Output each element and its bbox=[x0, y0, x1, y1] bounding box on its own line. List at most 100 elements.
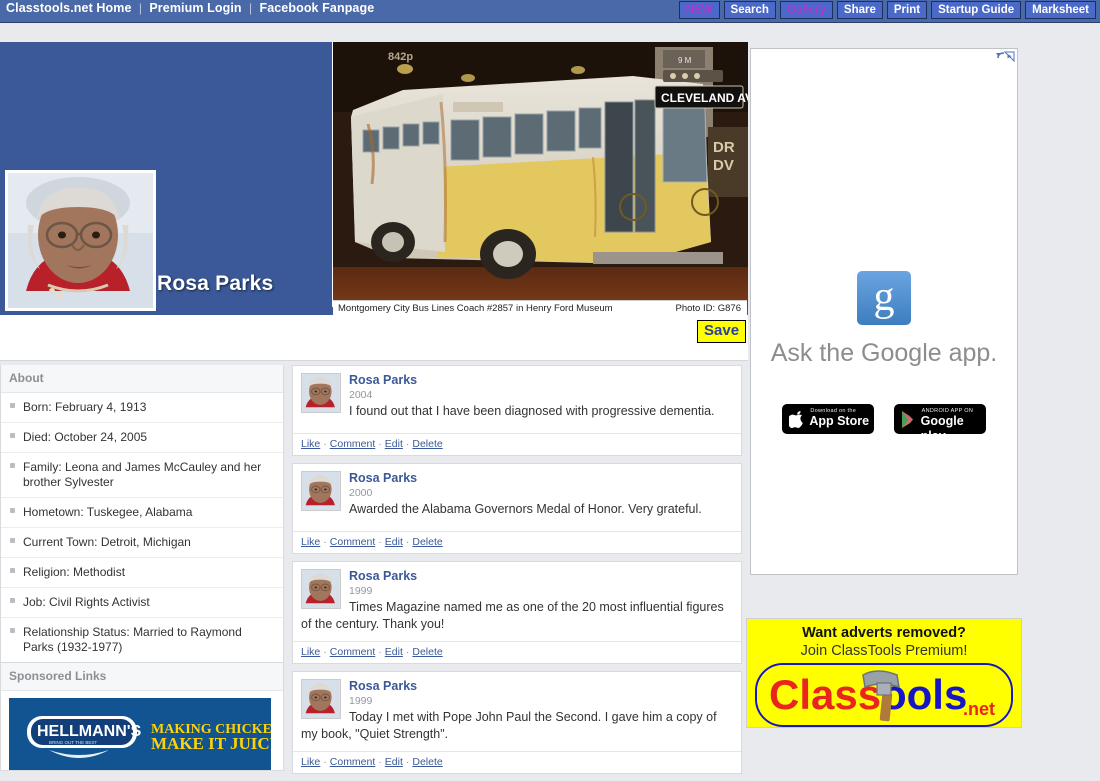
about-panel: About Born: February 4, 1913 Died: Octob… bbox=[0, 365, 284, 663]
post-date: 2000 bbox=[349, 487, 373, 499]
post-like-link[interactable]: Like bbox=[301, 438, 320, 450]
post-edit-link[interactable]: Edit bbox=[385, 756, 403, 768]
post-body: Rosa Parks 1999 Times Magazine named me … bbox=[293, 562, 741, 641]
hellmanns-ad[interactable]: HELLMANN'S BRING OUT THE BEST MAKING CHI… bbox=[9, 698, 271, 770]
post-text: I found out that I have been diagnosed w… bbox=[349, 404, 715, 418]
post-delete-link[interactable]: Delete bbox=[412, 756, 442, 768]
post-delete-link[interactable]: Delete bbox=[412, 646, 442, 658]
nav-button-print[interactable]: Print bbox=[886, 1, 928, 19]
hellmanns-brand-text: HELLMANN'S bbox=[37, 723, 142, 740]
post-text: Awarded the Alabama Governors Medal of H… bbox=[349, 502, 702, 516]
post-edit-link[interactable]: Edit bbox=[385, 646, 403, 658]
bullet-icon bbox=[10, 568, 15, 573]
page-title: Rosa Parks bbox=[157, 272, 274, 295]
action-separator: · bbox=[378, 438, 382, 450]
cover-photo-caption: Montgomery City Bus Lines Coach #2857 in… bbox=[333, 300, 747, 316]
google-play-icon bbox=[901, 410, 917, 432]
svg-text:842p: 842p bbox=[388, 51, 413, 63]
logo-text-net: .net bbox=[963, 699, 995, 719]
post-delete-link[interactable]: Delete bbox=[412, 438, 442, 450]
left-sidebar: About Born: February 4, 1913 Died: Octob… bbox=[0, 365, 284, 771]
post-edit-link[interactable]: Edit bbox=[385, 536, 403, 548]
post-date: 1999 bbox=[349, 585, 373, 597]
post-body: Rosa Parks 2000 Awarded the Alabama Gove… bbox=[293, 464, 741, 531]
post-author-link[interactable]: Rosa Parks bbox=[301, 373, 733, 387]
bullet-icon bbox=[10, 508, 15, 513]
link-classtools-home[interactable]: Classtools.net Home bbox=[6, 1, 132, 15]
nav-button-new[interactable]: NEW bbox=[678, 1, 720, 19]
post-body: Rosa Parks 1999 Today I met with Pope Jo… bbox=[293, 672, 741, 751]
svg-text:DR: DR bbox=[713, 139, 735, 156]
premium-ad-line1: Want adverts removed? bbox=[802, 625, 966, 641]
avatar[interactable] bbox=[301, 373, 341, 413]
about-list: Born: February 4, 1913 Died: October 24,… bbox=[1, 393, 283, 662]
photo-id-label: Photo ID: G876 bbox=[675, 303, 741, 314]
google-ad-panel[interactable]: g Ask the Google app. Download on the Ap… bbox=[750, 48, 1018, 575]
list-item: Hometown: Tuskegee, Alabama bbox=[1, 498, 283, 528]
svg-text:CLEVELAND AVE.: CLEVELAND AVE. bbox=[661, 91, 748, 105]
sponsored-links-title: Sponsored Links bbox=[1, 663, 283, 691]
svg-text:BRING OUT THE BEST: BRING OUT THE BEST bbox=[49, 740, 97, 745]
about-item-current-town: Current Town: Detroit, Michigan bbox=[23, 535, 191, 549]
post-item: Rosa Parks 2004 I found out that I have … bbox=[292, 365, 742, 456]
post-like-link[interactable]: Like bbox=[301, 756, 320, 768]
top-right-buttons: NEW Search Gallery Share Print Startup Guide M… bbox=[678, 1, 1100, 19]
about-item-died: Died: October 24, 2005 bbox=[23, 430, 148, 444]
apple-logo-icon bbox=[787, 410, 805, 432]
save-button[interactable]: Save bbox=[697, 320, 747, 343]
post-comment-link[interactable]: Comment bbox=[330, 646, 376, 658]
post-comment-link[interactable]: Comment bbox=[330, 438, 376, 450]
profile-picture[interactable] bbox=[5, 170, 156, 311]
apple-badge-title: App Store bbox=[809, 414, 870, 428]
avatar[interactable] bbox=[301, 679, 341, 719]
nav-button-marksheet[interactable]: Marksheet bbox=[1025, 1, 1096, 19]
action-separator: · bbox=[405, 536, 410, 548]
list-item: Job: Civil Rights Activist bbox=[1, 588, 283, 618]
google-play-badge[interactable]: ANDROID APP ON Google play bbox=[893, 404, 986, 443]
google-logo-icon: g bbox=[857, 271, 911, 325]
adchoices-icon[interactable] bbox=[995, 51, 1015, 63]
svg-text:DV: DV bbox=[713, 157, 734, 174]
avatar[interactable] bbox=[301, 569, 341, 609]
post-comment-link[interactable]: Comment bbox=[330, 536, 376, 548]
nav-button-share[interactable]: Share bbox=[836, 1, 883, 19]
post-like-link[interactable]: Like bbox=[301, 646, 320, 658]
bullet-icon bbox=[10, 433, 15, 438]
nav-button-startup-guide[interactable]: Startup Guide bbox=[931, 1, 1022, 19]
bullet-icon bbox=[10, 463, 15, 468]
post-text: Today I met with Pope John Paul the Seco… bbox=[301, 710, 717, 741]
post-edit-link[interactable]: Edit bbox=[385, 438, 403, 450]
post-author-link[interactable]: Rosa Parks bbox=[301, 471, 733, 485]
post-delete-link[interactable]: Delete bbox=[412, 536, 442, 548]
link-separator-2: | bbox=[248, 1, 253, 15]
post-author-link[interactable]: Rosa Parks bbox=[301, 569, 733, 583]
apple-app-store-badge[interactable]: Download on the App Store bbox=[782, 404, 875, 434]
svg-text:9 M: 9 M bbox=[678, 56, 692, 65]
post-actions: Like · Comment · Edit · Delete bbox=[293, 751, 741, 773]
post-actions: Like · Comment · Edit · Delete bbox=[293, 641, 741, 663]
post-actions: Like · Comment · Edit · Delete bbox=[293, 531, 741, 553]
post-comment-link[interactable]: Comment bbox=[330, 756, 376, 768]
nav-button-search[interactable]: Search bbox=[723, 1, 776, 19]
caption-text: Montgomery City Bus Lines Coach #2857 in… bbox=[338, 303, 613, 314]
action-separator: · bbox=[405, 756, 410, 768]
action-separator: · bbox=[323, 756, 327, 768]
top-left-links: Classtools.net Home | Premium Login | Fa… bbox=[6, 1, 374, 15]
top-navigation-bar: Classtools.net Home | Premium Login | Fa… bbox=[0, 0, 1100, 23]
about-item-born: Born: February 4, 1913 bbox=[23, 400, 147, 414]
classtools-premium-ad[interactable]: Want adverts removed? Join ClassTools Pr… bbox=[746, 618, 1022, 728]
avatar[interactable] bbox=[301, 471, 341, 511]
post-author-link[interactable]: Rosa Parks bbox=[301, 679, 733, 693]
cover-photo[interactable]: 9 M 842p DR DV CLEVELAND AVE. bbox=[332, 42, 748, 307]
app-store-badges: Download on the App Store ANDROID APP ON… bbox=[751, 404, 1017, 443]
link-facebook-fanpage[interactable]: Facebook Fanpage bbox=[259, 1, 374, 15]
action-separator: · bbox=[378, 536, 382, 548]
nav-button-gallery[interactable]: Gallery bbox=[779, 1, 833, 19]
about-item-job: Job: Civil Rights Activist bbox=[23, 595, 150, 609]
post-date: 2004 bbox=[349, 389, 373, 401]
post-like-link[interactable]: Like bbox=[301, 536, 320, 548]
sponsored-links-panel: Sponsored Links HELLMANN'S BRING OUT THE… bbox=[0, 663, 284, 771]
link-premium-login[interactable]: Premium Login bbox=[149, 1, 241, 15]
list-item: Relationship Status: Married to Raymond … bbox=[1, 618, 283, 662]
link-separator-1: | bbox=[138, 1, 143, 15]
